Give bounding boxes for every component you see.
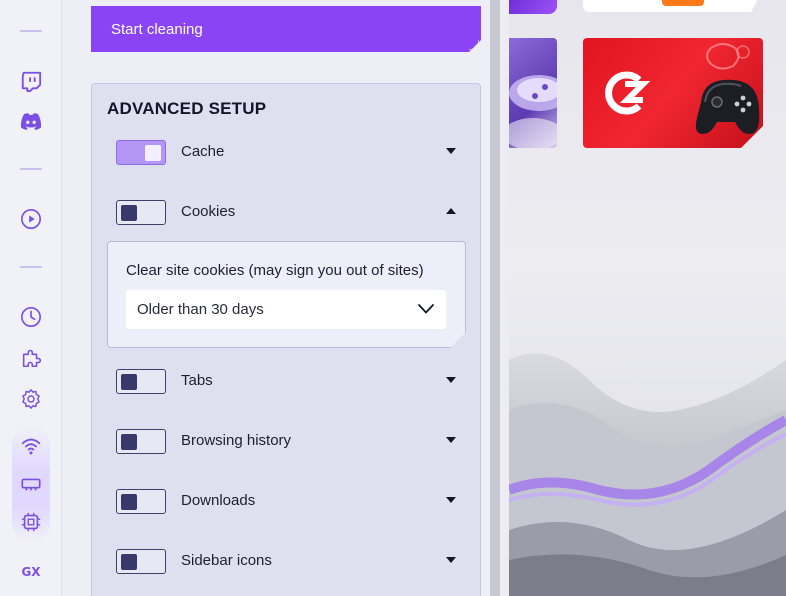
- toggle-knob: [121, 493, 137, 510]
- content-area: [509, 0, 786, 596]
- sidebar-icons-toggle[interactable]: [116, 549, 166, 574]
- wallpaper-waves: [509, 353, 786, 596]
- panel-gap: [500, 0, 509, 596]
- history-icon[interactable]: [17, 303, 45, 331]
- gx-logo[interactable]: GX: [17, 562, 45, 582]
- option-row-browsing-history: Browsing history: [92, 421, 480, 461]
- start-cleaning-label: Start cleaning: [111, 20, 203, 38]
- game-card-controller[interactable]: [509, 38, 557, 148]
- toggle-knob: [121, 433, 137, 450]
- expand-caret-icon[interactable]: [446, 437, 456, 443]
- cookies-age-value: Older than 30 days: [137, 301, 264, 318]
- game-card-partial[interactable]: [509, 0, 557, 14]
- tabs-toggle[interactable]: [116, 369, 166, 394]
- downloads-label: Downloads: [181, 492, 256, 509]
- option-row-sidebar-icons: Sidebar icons: [92, 541, 480, 581]
- cookies-detail-box: Clear site cookies (may sign you out of …: [107, 241, 466, 348]
- option-row-cookies: Cookies: [92, 192, 480, 232]
- tabs-label: Tabs: [181, 372, 213, 389]
- advanced-setup-section: ADVANCED SETUP Cache Cookies Clear site …: [91, 83, 481, 596]
- twitch-icon[interactable]: [17, 67, 45, 95]
- button-corner-decoration: [469, 40, 479, 50]
- expand-caret-icon[interactable]: [446, 497, 456, 503]
- discord-icon[interactable]: [17, 108, 45, 136]
- toggle-knob: [145, 144, 161, 161]
- cleaner-panel: Start cleaning ADVANCED SETUP Cache Cook…: [62, 0, 490, 596]
- cookies-age-select[interactable]: Older than 30 days: [126, 290, 446, 329]
- browsing-history-toggle[interactable]: [116, 429, 166, 454]
- gamepad-icon: [696, 44, 759, 134]
- gx-games-logo: [609, 75, 643, 111]
- controller-image: [509, 75, 557, 148]
- extensions-icon[interactable]: [17, 344, 45, 372]
- game-card-partial[interactable]: [583, 0, 763, 12]
- collapse-caret-icon[interactable]: [446, 208, 456, 214]
- cookies-label: Cookies: [181, 203, 236, 220]
- cache-label: Cache: [181, 143, 225, 160]
- expand-caret-icon[interactable]: [446, 557, 456, 563]
- expand-caret-icon[interactable]: [446, 148, 456, 154]
- toggle-knob: [121, 204, 137, 221]
- cookies-toggle[interactable]: [116, 200, 166, 225]
- settings-icon[interactable]: [17, 385, 45, 413]
- start-cleaning-button[interactable]: Start cleaning: [91, 6, 481, 52]
- sidebar-separator: [20, 30, 42, 32]
- option-row-downloads: Downloads: [92, 481, 480, 521]
- ram-limiter-icon[interactable]: [17, 470, 45, 498]
- chevron-down-icon: [417, 300, 435, 323]
- option-row-tabs: Tabs: [92, 361, 480, 401]
- panel-resize-handle[interactable]: [490, 0, 500, 596]
- card-accent: [662, 0, 704, 6]
- sidebar: GX: [0, 0, 62, 596]
- sidebar-icons-label: Sidebar icons: [181, 552, 272, 569]
- advanced-setup-title: ADVANCED SETUP: [107, 99, 267, 118]
- cache-toggle[interactable]: [116, 140, 166, 165]
- network-limiter-icon[interactable]: [17, 432, 45, 460]
- cookies-detail-label: Clear site cookies (may sign you out of …: [126, 262, 424, 279]
- cpu-limiter-icon[interactable]: [17, 508, 45, 536]
- expand-caret-icon[interactable]: [446, 377, 456, 383]
- option-row-cache: Cache: [92, 132, 480, 172]
- game-card-gx-games[interactable]: [583, 38, 763, 148]
- sidebar-separator: [20, 168, 42, 170]
- downloads-toggle[interactable]: [116, 489, 166, 514]
- toggle-knob: [121, 373, 137, 390]
- toggle-knob: [121, 553, 137, 570]
- sidebar-separator: [20, 266, 42, 268]
- browsing-history-label: Browsing history: [181, 432, 292, 449]
- player-icon[interactable]: [17, 205, 45, 233]
